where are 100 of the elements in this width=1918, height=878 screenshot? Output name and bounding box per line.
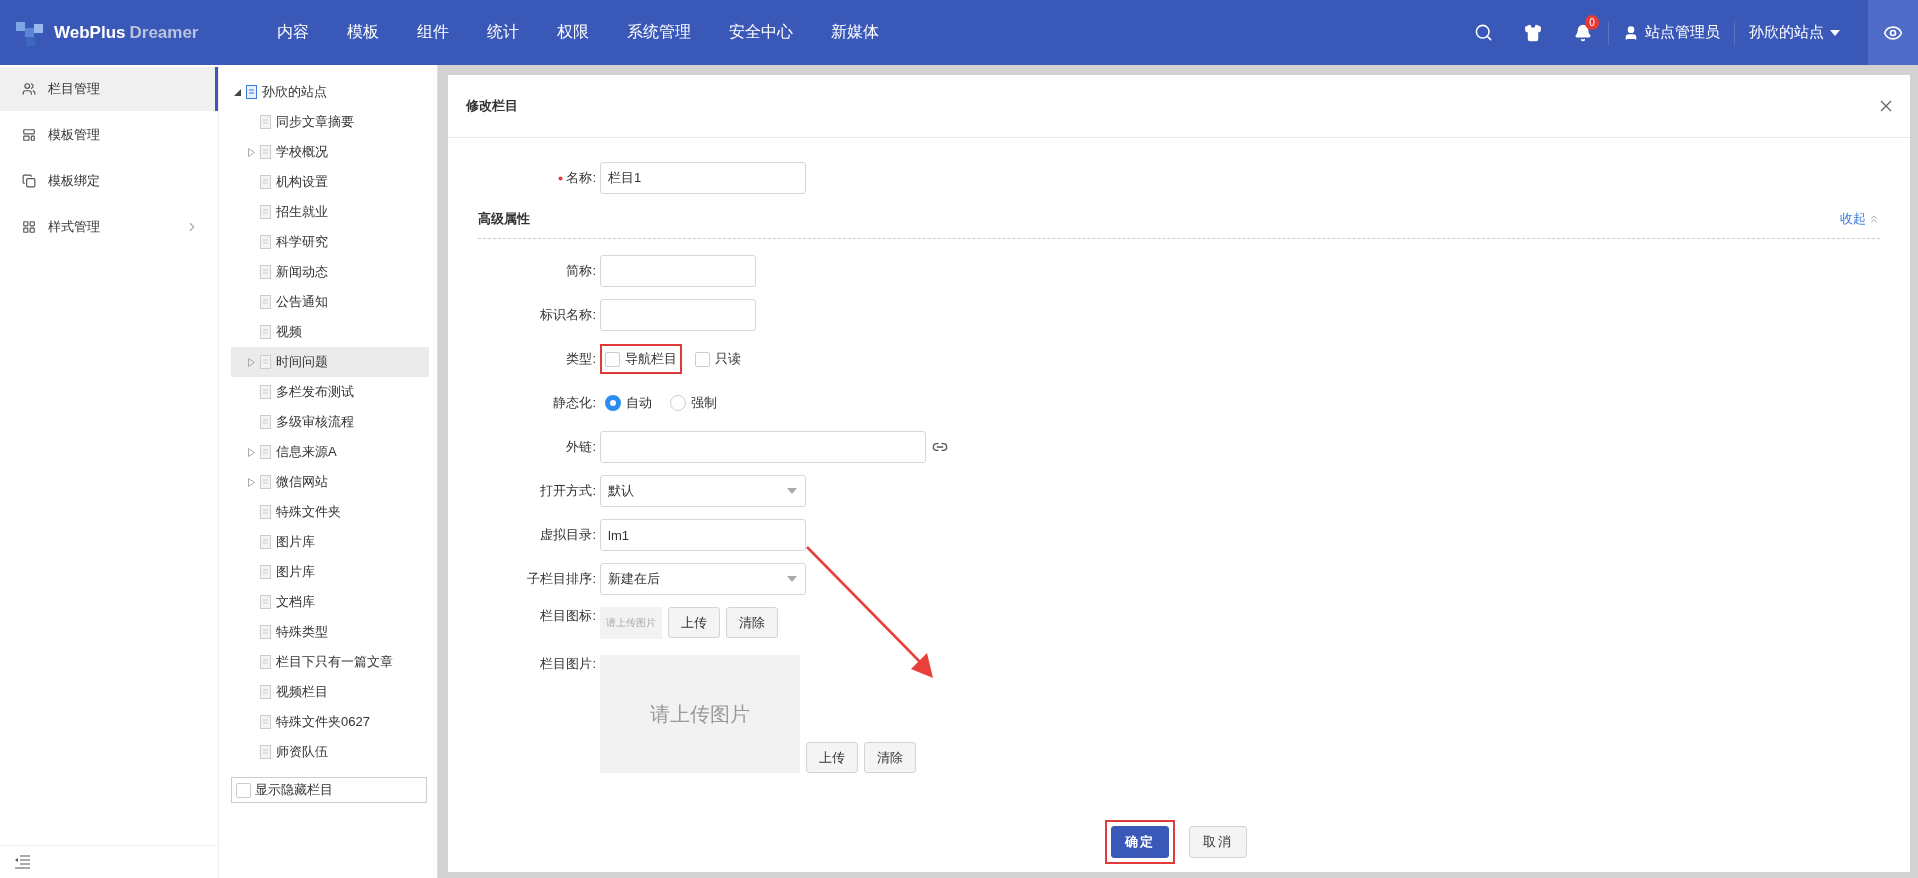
checkbox[interactable] xyxy=(236,782,251,798)
document-icon xyxy=(260,655,273,669)
show-hidden-checkbox[interactable]: 显示隐藏栏目 xyxy=(231,777,427,803)
document-icon xyxy=(246,85,259,99)
tree-label: 多栏发布测试 xyxy=(276,383,354,401)
eye-icon[interactable] xyxy=(1868,0,1918,65)
tree-item[interactable]: 科学研究 xyxy=(231,227,429,257)
collapse-link[interactable]: 收起 xyxy=(1840,210,1880,228)
upload-button[interactable]: 上传 xyxy=(668,607,720,638)
nav-link[interactable]: 内容 xyxy=(258,22,328,43)
tree-item[interactable]: 文档库 xyxy=(231,587,429,617)
tree-item[interactable]: 机构设置 xyxy=(231,167,429,197)
nav-link[interactable]: 权限 xyxy=(538,22,608,43)
tree-label: 孙欣的站点 xyxy=(262,83,327,101)
tree-item[interactable]: 时间问题 xyxy=(231,347,429,377)
chevrons-up-icon[interactable] xyxy=(1868,213,1880,225)
tree-item[interactable]: 栏目下只有一篇文章 xyxy=(231,647,429,677)
dialog-title: 修改栏目 xyxy=(466,97,518,115)
document-icon xyxy=(260,565,273,579)
nav-link[interactable]: 系统管理 xyxy=(608,22,710,43)
text-field[interactable]: lm1 xyxy=(600,519,806,551)
radio-button[interactable] xyxy=(605,395,621,411)
sidebar-icon xyxy=(22,128,36,142)
confirm-button[interactable]: 确定 xyxy=(1111,826,1169,858)
tree-item[interactable]: 同步文章摘要 xyxy=(231,107,429,137)
document-icon xyxy=(260,715,273,729)
text-field[interactable] xyxy=(600,299,756,331)
tree-item[interactable]: 公告通知 xyxy=(231,287,429,317)
nav-link[interactable]: 组件 xyxy=(398,22,468,43)
document-icon xyxy=(260,415,273,429)
field-label-text: 静态化: xyxy=(553,394,596,412)
expand-triangle-icon[interactable] xyxy=(233,88,241,96)
caret-icon[interactable] xyxy=(1830,29,1840,36)
close-icon[interactable] xyxy=(1880,100,1892,112)
tree-label: 同步文章摘要 xyxy=(276,113,354,131)
tree-item[interactable]: 视频 xyxy=(231,317,429,347)
upload-button[interactable]: 清除 xyxy=(726,607,778,638)
tree-item[interactable]: 图片库 xyxy=(231,527,429,557)
user-menu[interactable]: 站点管理员 xyxy=(1609,23,1734,42)
tree-item[interactable]: 微信网站 xyxy=(231,467,429,497)
tree-item[interactable]: 新闻动态 xyxy=(231,257,429,287)
document-icon xyxy=(260,175,273,189)
tree-item[interactable]: 图片库 xyxy=(231,557,429,587)
radio-option[interactable]: 强制 xyxy=(665,388,722,418)
upload-button[interactable]: 清除 xyxy=(864,742,916,773)
document-icon xyxy=(260,625,273,639)
document-icon xyxy=(260,145,273,159)
tree-item[interactable]: 多栏发布测试 xyxy=(231,377,429,407)
field-label-text: 标识名称: xyxy=(540,306,596,324)
tree-item[interactable]: 特殊文件夹0627 xyxy=(231,707,429,737)
document-icon xyxy=(260,385,273,399)
field-label-text: 栏目图标: xyxy=(540,607,596,625)
tree-label: 科学研究 xyxy=(276,233,328,251)
sidebar-icon xyxy=(22,174,36,188)
tree-label: 时间问题 xyxy=(276,353,328,371)
tree-item[interactable]: 多级审核流程 xyxy=(231,407,429,437)
section-title: 高级属性 xyxy=(478,210,530,228)
text-field[interactable]: 栏目1 xyxy=(600,162,806,194)
tree-item[interactable]: 视频栏目 xyxy=(231,677,429,707)
collapse-menu-icon[interactable] xyxy=(14,855,30,869)
text-field[interactable] xyxy=(600,255,756,287)
nav-link[interactable]: 安全中心 xyxy=(710,22,812,43)
select-field[interactable]: 新建在后 xyxy=(600,563,806,595)
field-label-text: 栏目图片: xyxy=(540,655,596,673)
checkbox-option[interactable]: 只读 xyxy=(690,344,746,374)
select-field[interactable]: 默认 xyxy=(600,475,806,507)
document-icon xyxy=(260,355,273,369)
tree-label: 文档库 xyxy=(276,593,315,611)
site-selector[interactable]: 孙欣的站点 xyxy=(1735,23,1854,42)
radio-option[interactable]: 自动 xyxy=(600,388,657,418)
checkbox-option[interactable]: 导航栏目 xyxy=(600,344,682,374)
checkbox[interactable] xyxy=(605,351,620,367)
field-label-text: 类型: xyxy=(566,350,596,368)
sidebar-icon xyxy=(22,220,36,234)
tree-label: 视频 xyxy=(276,323,302,341)
tree-item[interactable]: 招生就业 xyxy=(231,197,429,227)
tree-item[interactable]: 学校概况 xyxy=(231,137,429,167)
tree-item[interactable]: 孙欣的站点 xyxy=(231,77,429,107)
tree-label: 信息来源A xyxy=(276,443,337,461)
tree-item[interactable]: 信息来源A xyxy=(231,437,429,467)
upload-button[interactable]: 上传 xyxy=(806,742,858,773)
tree-label: 师资队伍 xyxy=(276,743,328,761)
cancel-button[interactable]: 取消 xyxy=(1189,826,1247,858)
tree-item[interactable]: 特殊文件夹 xyxy=(231,497,429,527)
checkbox[interactable] xyxy=(695,351,710,367)
document-icon xyxy=(260,295,273,309)
nav-link[interactable]: 统计 xyxy=(468,22,538,43)
nav-link[interactable]: 新媒体 xyxy=(812,22,898,43)
tree-item[interactable]: 特殊类型 xyxy=(231,617,429,647)
tree-label: 图片库 xyxy=(276,533,315,551)
tree-item[interactable]: 师资队伍 xyxy=(231,737,429,767)
sidebar-item[interactable]: 栏目管理 xyxy=(0,67,218,111)
tree-label: 微信网站 xyxy=(276,473,328,491)
field-label-text: 简称: xyxy=(566,262,596,280)
text-field[interactable] xyxy=(600,431,926,463)
radio-button[interactable] xyxy=(670,395,686,411)
checkbox-label: 导航栏目 xyxy=(625,350,677,368)
brand-name: WebPlus Dreamer xyxy=(54,22,199,43)
document-icon xyxy=(260,475,273,489)
nav-link[interactable]: 模板 xyxy=(328,22,398,43)
